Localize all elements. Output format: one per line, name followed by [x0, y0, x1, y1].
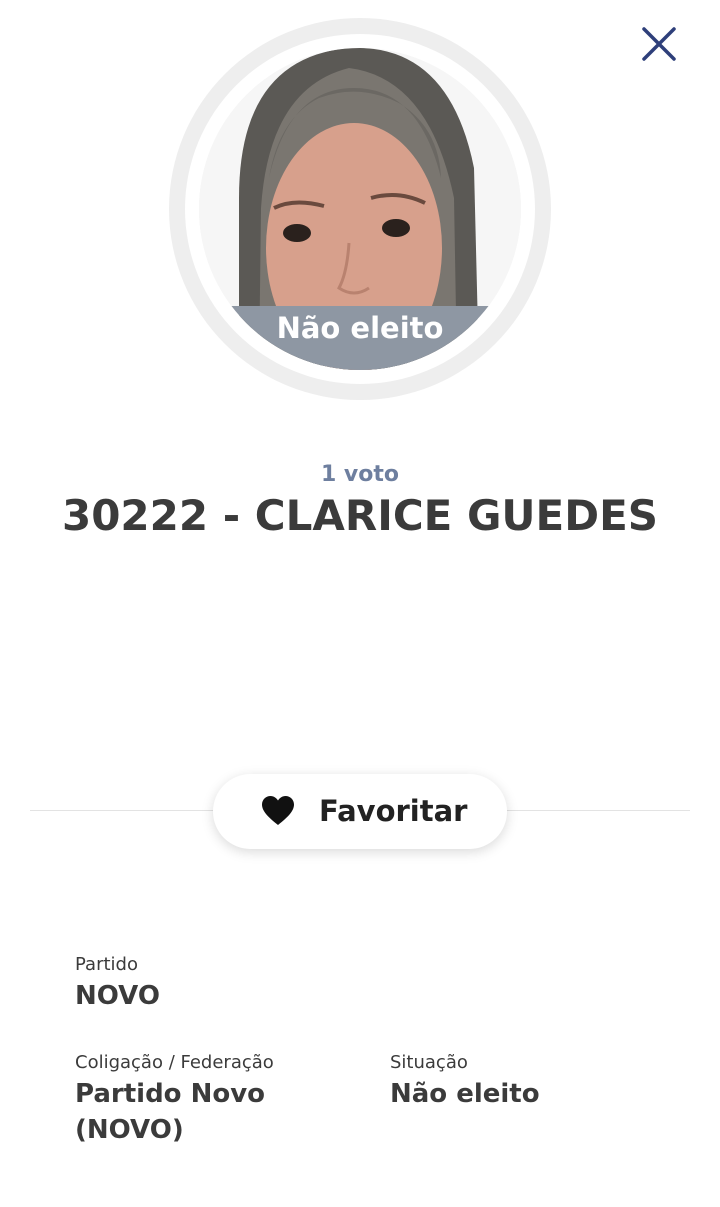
- favorite-label: Favoritar: [319, 794, 468, 828]
- candidate-photo: Não eleito: [199, 48, 521, 370]
- party-label: Partido: [75, 954, 138, 975]
- coalition-label: Coligação / Federação: [75, 1052, 274, 1073]
- photo-status-badge: Não eleito: [276, 311, 444, 345]
- vote-count: 1 voto: [320, 462, 400, 487]
- party-value: NOVO: [75, 981, 160, 1011]
- favorite-button[interactable]: Favoritar: [213, 774, 507, 849]
- status-label: Situação: [390, 1052, 468, 1073]
- status-value: Não eleito: [390, 1079, 540, 1109]
- close-button[interactable]: [634, 19, 684, 69]
- candidate-detail-page: Não eleito 1 voto 30222 - CLARICE GUEDES…: [0, 0, 720, 1207]
- heart-icon: [262, 796, 294, 825]
- close-icon: [642, 27, 676, 61]
- candidate-name: 30222 - CLARICE GUEDES: [61, 491, 659, 540]
- coalition-value: Partido Novo (NOVO): [75, 1079, 266, 1145]
